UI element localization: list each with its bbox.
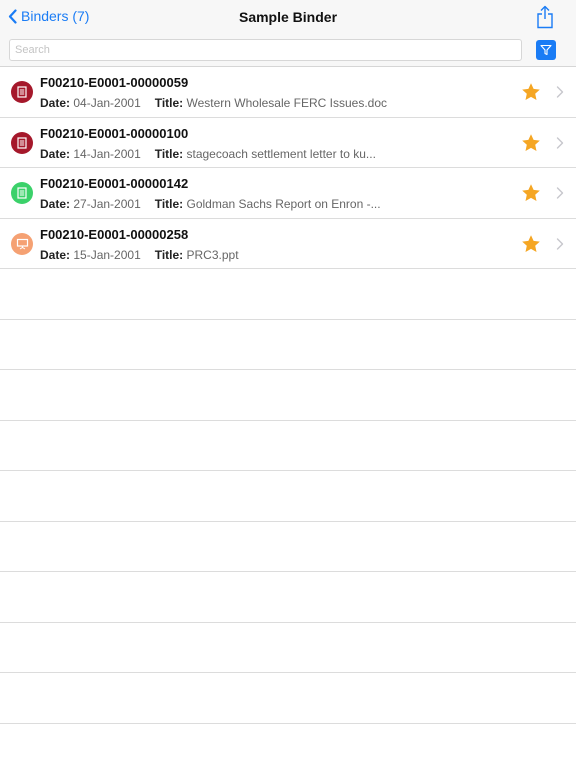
- navigation-bar: Binders (7) Sample Binder: [0, 0, 576, 34]
- empty-row: [0, 572, 576, 623]
- document-id: F00210-E0001-00000059: [40, 75, 189, 90]
- empty-row: [0, 471, 576, 522]
- star-icon[interactable]: [521, 183, 541, 203]
- title-value: Western Wholesale FERC Issues.doc: [186, 96, 388, 110]
- chevron-right-icon: [556, 237, 564, 250]
- title-value: PRC3.ppt: [186, 247, 239, 262]
- document-icon: [11, 81, 33, 103]
- empty-list-area: [0, 269, 576, 724]
- spreadsheet-icon: [11, 182, 33, 204]
- date-value: 27-Jan-2001: [73, 197, 141, 211]
- document-row[interactable]: F00210-E0001-00000142 Date: 27-Jan-2001 T…: [0, 168, 576, 219]
- empty-row: [0, 421, 576, 471]
- filter-button[interactable]: [536, 40, 556, 60]
- date-label: Date:: [40, 96, 71, 110]
- title-value: Goldman Sachs Report on Enron -...: [186, 197, 381, 211]
- document-row[interactable]: F00210-E0001-00000258 Date: 15-Jan-2001 T…: [0, 218, 576, 269]
- document-id: F00210-E0001-00000100: [40, 125, 189, 141]
- empty-row: [0, 522, 576, 572]
- empty-row: [0, 623, 576, 673]
- document-meta: Date: 15-Jan-2001 Title: PRC3.ppt: [40, 248, 239, 262]
- document-row[interactable]: F00210-E0001-00000100 Date: 14-Jan-2001 T…: [0, 117, 576, 168]
- search-bar: [0, 34, 576, 67]
- page-title: Sample Binder: [238, 9, 338, 25]
- title-label: Title:: [154, 247, 184, 262]
- title-label: Title:: [154, 146, 184, 161]
- presentation-icon: [11, 232, 33, 255]
- search-input[interactable]: [9, 39, 522, 61]
- chevron-right-icon: [556, 187, 564, 199]
- document-id: F00210-E0001-00000142: [40, 176, 189, 191]
- empty-row: [0, 269, 576, 320]
- title-label: Title:: [154, 197, 184, 211]
- empty-row: [0, 673, 576, 724]
- document-id: F00210-E0001-00000258: [40, 226, 189, 242]
- document-meta: Date: 14-Jan-2001 Title: stagecoach sett…: [40, 147, 376, 161]
- date-value: 15-Jan-2001: [73, 247, 141, 262]
- document-meta: Date: 27-Jan-2001 Title: Goldman Sachs R…: [40, 197, 381, 211]
- date-value: 14-Jan-2001: [73, 146, 141, 161]
- star-icon[interactable]: [521, 82, 541, 102]
- date-label: Date:: [40, 247, 71, 262]
- title-value: stagecoach settlement letter to ku...: [186, 146, 376, 161]
- star-icon[interactable]: [521, 234, 541, 254]
- chevron-right-icon: [556, 136, 564, 149]
- filter-icon: [540, 44, 552, 56]
- document-icon: [11, 131, 33, 154]
- date-value: 04-Jan-2001: [73, 96, 141, 110]
- empty-row: [0, 370, 576, 421]
- title-label: Title:: [154, 96, 184, 110]
- chevron-right-icon: [556, 86, 564, 98]
- share-icon[interactable]: [536, 5, 554, 29]
- document-row[interactable]: F00210-E0001-00000059 Date: 04-Jan-2001 T…: [0, 67, 576, 118]
- date-label: Date:: [40, 146, 71, 161]
- star-icon[interactable]: [521, 133, 541, 153]
- date-label: Date:: [40, 197, 71, 211]
- empty-row: [0, 320, 576, 370]
- document-meta: Date: 04-Jan-2001 Title: Western Wholesa…: [40, 96, 387, 110]
- document-list: F00210-E0001-00000059 Date: 04-Jan-2001 T…: [0, 67, 576, 269]
